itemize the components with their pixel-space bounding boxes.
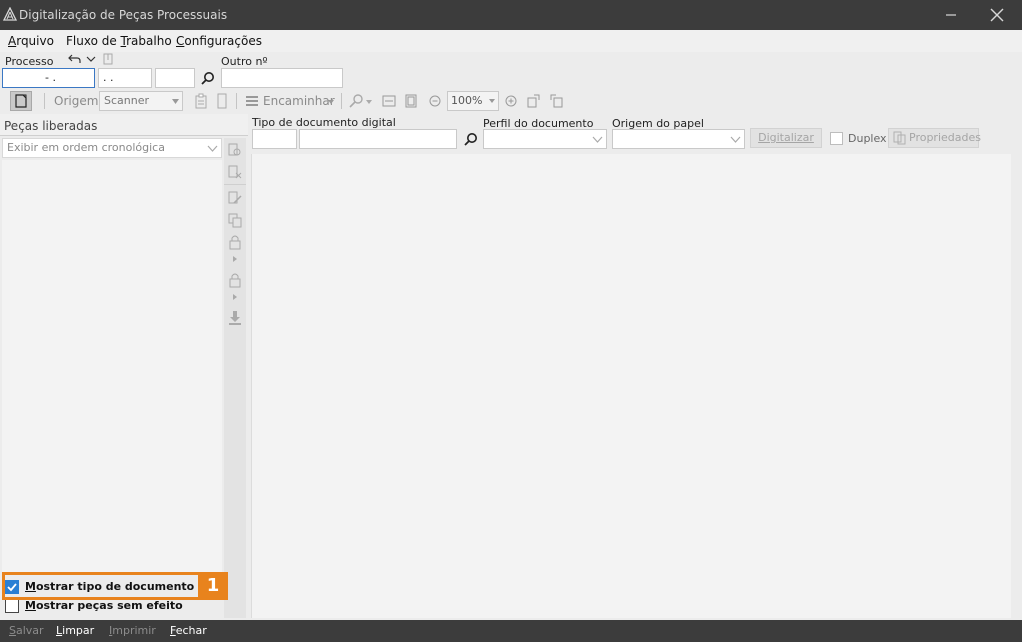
chevron-down-icon[interactable]	[86, 55, 96, 63]
outro-numero-input[interactable]	[221, 68, 343, 88]
checkbox-box	[5, 599, 19, 613]
processo-label: Processo	[5, 55, 54, 68]
pecas-list[interactable]	[2, 160, 222, 572]
app-logo-icon	[3, 7, 17, 21]
copy-icon	[228, 213, 242, 228]
window-title: Digitalização de Peças Processuais	[19, 8, 228, 22]
perfil-documento-select[interactable]	[483, 129, 607, 149]
processo-input-part2[interactable]: . .	[98, 68, 152, 88]
menu-bar: Arquivo Fluxo de Trabalho Configurações	[0, 30, 1022, 52]
encaminhar-button[interactable]: Encaminhar	[263, 94, 335, 108]
lock-icon	[229, 273, 241, 288]
callout-highlight-box	[2, 572, 228, 600]
document-icon	[217, 93, 227, 109]
origem-label: Origem	[54, 94, 99, 108]
paste-icon	[195, 93, 207, 109]
chevron-down-icon	[207, 145, 218, 152]
panel-header: Peças liberadas	[0, 114, 248, 136]
rotate-right-icon	[550, 94, 563, 108]
bookmark-icon	[103, 53, 113, 65]
duplex-label: Duplex	[848, 132, 887, 145]
tipo-documento-code-input[interactable]	[252, 129, 297, 149]
new-document-icon	[15, 94, 27, 108]
callout-number-badge: 1	[198, 572, 228, 600]
rotate-left-icon	[527, 94, 540, 108]
origem-papel-select[interactable]	[612, 129, 745, 149]
digitalizar-button[interactable]: Digitalizar	[750, 128, 822, 148]
pecas-liberadas-panel: Peças liberadas Exibir em ordem cronológ…	[0, 114, 248, 620]
new-document-button[interactable]	[10, 91, 32, 111]
processo-input[interactable]: - .	[2, 68, 95, 88]
toolbar-separator	[44, 93, 45, 109]
document-remove-icon	[228, 165, 242, 179]
search-icon[interactable]	[200, 71, 215, 86]
panel-title: Peças liberadas	[4, 119, 98, 133]
title-bar: Digitalização de Peças Processuais	[0, 0, 1022, 30]
caret-right-icon	[233, 256, 237, 262]
download-icon	[229, 311, 241, 325]
order-select[interactable]: Exibir em ordem cronológica	[2, 138, 222, 158]
fit-width-icon	[382, 95, 396, 107]
fechar-button[interactable]: Fechar	[170, 624, 207, 637]
zoom-level-select[interactable]: 100%	[447, 91, 499, 111]
chevron-down-icon	[730, 136, 741, 143]
processo-input-part3[interactable]	[155, 68, 195, 88]
toolbar-separator	[236, 93, 237, 109]
toolbar: Origem Scanner Encaminhar 100%	[0, 90, 1022, 112]
menu-configuracoes[interactable]: Configurações	[176, 34, 262, 48]
propriedades-button[interactable]: Propriedades	[888, 128, 981, 148]
action-bar: Salvar Limpar Imprimir Fechar	[0, 620, 1022, 642]
undo-icon[interactable]	[68, 53, 82, 65]
origem-select[interactable]: Scanner	[99, 91, 183, 111]
chevron-down-icon	[592, 136, 603, 143]
document-search-icon	[228, 143, 241, 156]
zoom-out-icon	[429, 95, 441, 107]
lock-icon	[229, 235, 241, 250]
tipo-documento-label: Tipo de documento digital	[252, 116, 396, 129]
outro-numero-label: Outro nº	[221, 55, 268, 68]
list-icon	[246, 96, 258, 106]
caret-right-icon	[233, 294, 237, 300]
dropdown-arrow-icon	[172, 99, 179, 104]
close-icon[interactable]	[988, 6, 1006, 24]
document-edit-icon	[228, 191, 242, 204]
zoom-search-icon	[349, 94, 363, 108]
search-icon[interactable]	[463, 132, 478, 147]
imprimir-button[interactable]: Imprimir	[109, 624, 156, 637]
dropdown-arrow-icon	[366, 100, 372, 104]
zoom-in-icon	[505, 95, 517, 107]
dropdown-arrow-icon	[489, 99, 495, 103]
tools-separator	[224, 184, 246, 185]
tipo-documento-input[interactable]	[299, 129, 457, 149]
properties-icon	[893, 131, 906, 145]
duplex-checkbox[interactable]	[830, 132, 843, 145]
toolbar-separator	[341, 93, 342, 109]
menu-arquivo[interactable]: Arquivo	[8, 34, 54, 48]
panel-tools	[224, 138, 246, 618]
menu-fluxo-de-trabalho[interactable]: Fluxo de Trabalho	[66, 34, 172, 48]
checkbox-label: Mostrar peças sem efeito	[25, 599, 183, 612]
document-preview-area[interactable]	[251, 154, 1011, 618]
salvar-button[interactable]: Salvar	[9, 624, 44, 637]
minimize-icon[interactable]	[942, 6, 960, 24]
fit-page-icon	[405, 94, 417, 108]
limpar-button[interactable]: Limpar	[56, 624, 94, 637]
dropdown-arrow-icon	[328, 100, 334, 104]
